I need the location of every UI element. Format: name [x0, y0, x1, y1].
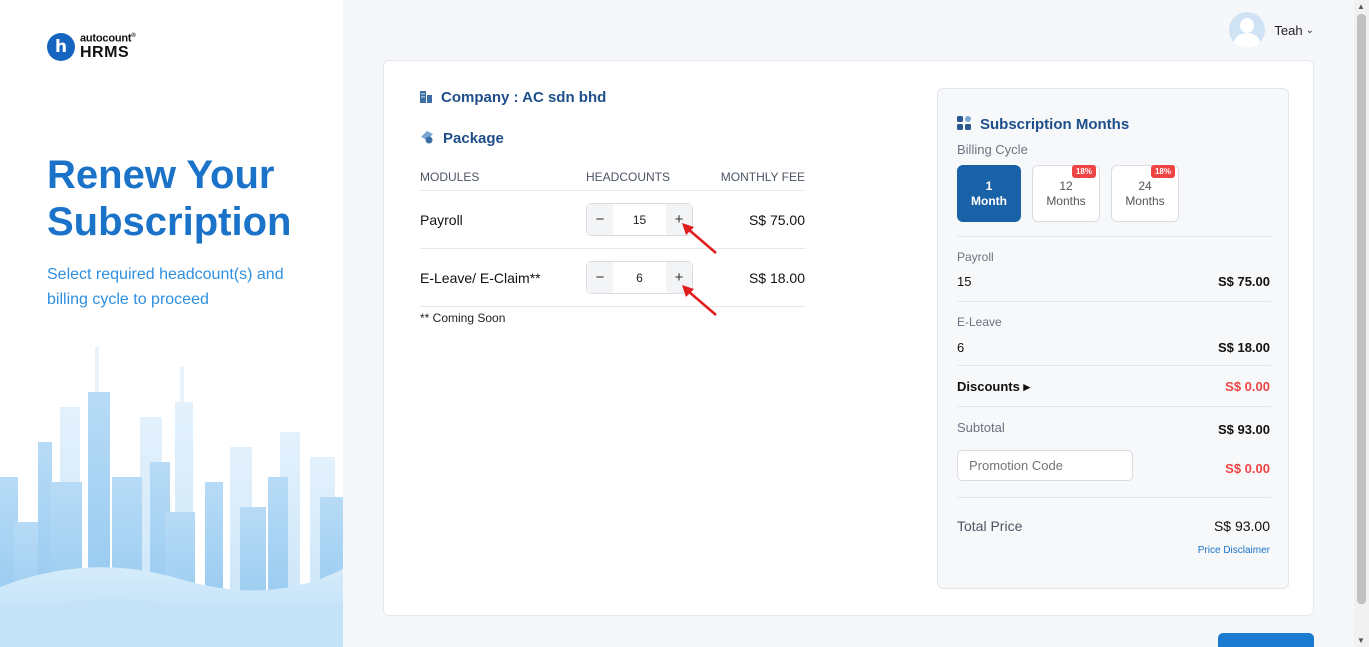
- col-headcounts: HEADCOUNTS: [586, 170, 671, 184]
- divider: [957, 497, 1271, 498]
- page-subtitle: Select required headcount(s) and billing…: [47, 266, 284, 308]
- promotion-code-input[interactable]: [957, 450, 1133, 481]
- payroll-summary-count: 15: [957, 274, 972, 289]
- headcount-value[interactable]: 6: [613, 271, 666, 285]
- discount-badge: 18%: [1071, 165, 1096, 178]
- cycle-unit: Month: [971, 193, 1007, 208]
- module-name: E-Leave/ E-Claim**: [420, 269, 541, 286]
- logo-mark: h: [47, 33, 75, 61]
- building-icon: [420, 89, 432, 106]
- total-price-label: Total Price: [957, 518, 1023, 534]
- promo-value: S$ 0.00: [1225, 461, 1270, 476]
- summary-heading: Subscription Months: [957, 116, 1129, 133]
- divider: [957, 406, 1271, 407]
- col-modules: MODULES: [420, 170, 480, 184]
- divider: [957, 236, 1271, 237]
- payroll-summary-label: Payroll: [957, 250, 994, 264]
- discount-badge: 18%: [1150, 165, 1175, 178]
- headcount-value[interactable]: 15: [613, 213, 666, 227]
- decrement-button[interactable]: −: [587, 204, 613, 235]
- eleave-summary-label: E-Leave: [957, 315, 1002, 329]
- coming-soon-note: ** Coming Soon: [420, 311, 506, 325]
- city-skyline-illustration: [0, 347, 343, 647]
- annotation-arrow-icon: [682, 223, 717, 254]
- cycle-number: 24: [1138, 178, 1152, 193]
- table-row-payroll: Payroll − 15 + S$ 75.00: [420, 191, 805, 249]
- cycle-unit: Months: [1046, 193, 1086, 208]
- brand-logo[interactable]: h autocount® HRMS: [47, 33, 136, 61]
- module-name: Payroll: [420, 211, 463, 228]
- cycle-unit: Months: [1125, 193, 1165, 208]
- package-heading: Package: [420, 130, 504, 147]
- cycle-option-1-month[interactable]: 1 Month: [957, 165, 1021, 222]
- divider: [957, 365, 1271, 366]
- package-icon: [420, 130, 434, 147]
- table-row-eleave: E-Leave/ E-Claim** − 6 + S$ 18.00: [420, 249, 805, 307]
- eleave-summary-count: 6: [957, 340, 965, 355]
- summary-title: Subscription Months: [980, 116, 1130, 133]
- logo-bottom-text: HRMS: [80, 43, 130, 61]
- page-title-line1: Renew Your: [47, 153, 275, 197]
- package-label: Package: [443, 130, 504, 147]
- discounts-value: S$ 0.00: [1225, 379, 1270, 394]
- scrollbar-thumb[interactable]: [1357, 14, 1366, 604]
- cycle-option-24-months[interactable]: 18% 24 Months: [1111, 165, 1179, 222]
- grid-icon: [957, 116, 971, 133]
- chevron-down-icon[interactable]: ⌄: [1306, 25, 1314, 36]
- subscription-card: Company : AC sdn bhd Package MODULES HEA…: [383, 60, 1314, 616]
- subtotal-label: Subtotal: [957, 420, 1005, 435]
- billing-cycle-options: 1 Month 18% 12 Months 18% 24 Months: [957, 165, 1190, 222]
- cycle-number: 12: [1059, 178, 1073, 193]
- cycle-option-12-months[interactable]: 18% 12 Months: [1032, 165, 1100, 222]
- page-title-line2: Subscription: [47, 200, 292, 244]
- user-name: Teah: [1274, 22, 1303, 38]
- company-label: Company : AC sdn bhd: [441, 89, 607, 106]
- package-table: MODULES HEADCOUNTS MONTHLY FEE Payroll −…: [420, 164, 805, 325]
- scrollbar[interactable]: ▲ ▼: [1354, 0, 1369, 647]
- scroll-up-icon[interactable]: ▲: [1357, 2, 1365, 11]
- divider: [957, 301, 1271, 302]
- user-menu[interactable]: Teah ⌄: [1229, 12, 1314, 48]
- discounts-toggle[interactable]: Discounts ▸: [957, 379, 1030, 395]
- annotation-arrow-icon: [682, 285, 717, 316]
- logo-wordmark: autocount® HRMS: [80, 33, 136, 61]
- table-header: MODULES HEADCOUNTS MONTHLY FEE: [420, 164, 805, 191]
- proceed-button[interactable]: [1218, 633, 1314, 647]
- cycle-number: 1: [985, 178, 993, 193]
- page-title: Renew Your Subscription: [47, 152, 291, 246]
- col-monthly-fee: MONTHLY FEE: [720, 170, 805, 184]
- payroll-headcount-stepper[interactable]: − 15 +: [586, 203, 693, 236]
- eleave-headcount-stepper[interactable]: − 6 +: [586, 261, 693, 294]
- logo-reg: ®: [131, 33, 136, 40]
- billing-cycle-label: Billing Cycle: [957, 142, 1028, 157]
- subtotal-value: S$ 93.00: [1217, 422, 1270, 437]
- price-disclaimer-link[interactable]: Price Disclaimer: [1198, 545, 1270, 556]
- left-panel: h autocount® HRMS Renew Your Subscriptio…: [0, 0, 343, 647]
- payroll-summary-fee: S$ 75.00: [1217, 274, 1270, 289]
- decrement-button[interactable]: −: [587, 262, 613, 293]
- subscription-summary: Subscription Months Billing Cycle 1 Mont…: [937, 88, 1289, 589]
- scroll-down-icon[interactable]: ▼: [1357, 636, 1365, 645]
- avatar[interactable]: [1229, 12, 1266, 48]
- eleave-summary-fee: S$ 18.00: [1217, 340, 1270, 355]
- company-heading: Company : AC sdn bhd: [420, 89, 606, 106]
- total-price-value: S$ 93.00: [1213, 518, 1270, 534]
